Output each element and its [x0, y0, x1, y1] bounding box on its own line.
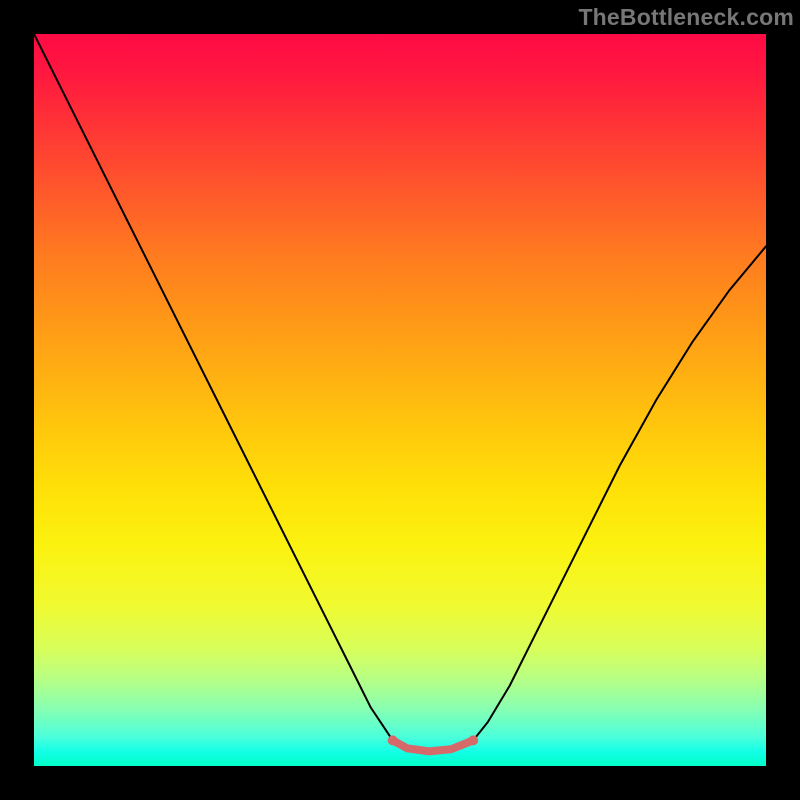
optimal-marker: [393, 740, 474, 751]
plot-area: [34, 34, 766, 766]
chart-frame: TheBottleneck.com: [0, 0, 800, 800]
bottleneck-curve: [34, 34, 766, 766]
optimal-dot-right: [468, 735, 478, 745]
optimal-dot-left: [388, 735, 398, 745]
curve-line: [34, 34, 766, 751]
watermark-text: TheBottleneck.com: [578, 4, 794, 31]
